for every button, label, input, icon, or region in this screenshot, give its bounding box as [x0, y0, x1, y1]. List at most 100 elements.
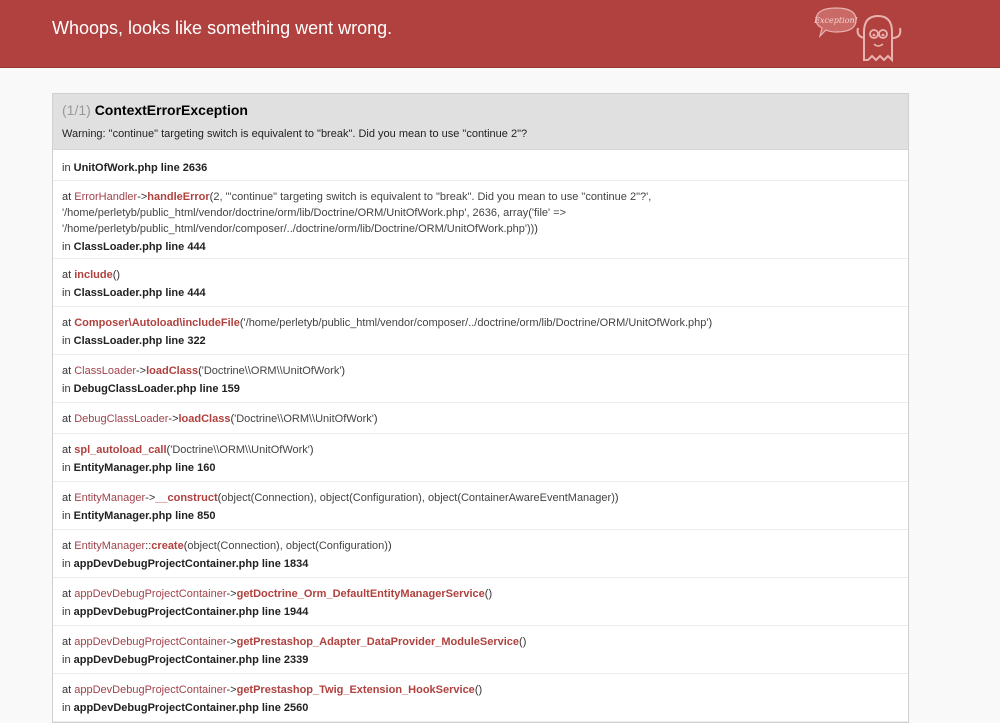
exception-summary: (1/1) ContextErrorException Warning: "co…: [53, 94, 908, 150]
trace-function: Composer\Autoload\includeFile: [74, 317, 240, 329]
trace-file: EntityManager.php line 160: [73, 462, 216, 474]
trace-separator: ->: [226, 684, 237, 696]
trace-at-label: at: [62, 684, 75, 696]
trace-at-label: at: [62, 317, 75, 329]
trace-arguments: 'Doctrine\\ORM\\UnitOfWork': [234, 413, 374, 425]
exception-name: ContextErrorException: [94, 102, 248, 118]
trace-function: loadClass: [146, 365, 199, 377]
error-header: Whoops, looks like something went wrong.…: [0, 0, 1000, 68]
trace-row: at EntityManager->__construct(object(Con…: [53, 482, 908, 530]
trace-call: at EntityManager::create(object(Connecti…: [62, 540, 392, 552]
trace-call: at appDevDebugProjectContainer->getDoctr…: [62, 588, 493, 600]
trace-separator: ->: [226, 636, 237, 648]
trace-row: at appDevDebugProjectContainer->getDoctr…: [53, 578, 908, 626]
trace-class: EntityManager: [74, 540, 146, 552]
trace-call: at spl_autoload_call('Doctrine\\ORM\\Uni…: [62, 444, 314, 456]
trace-row: at EntityManager::create(object(Connecti…: [53, 530, 908, 578]
trace-separator: ->: [137, 191, 148, 203]
trace-call: at appDevDebugProjectContainer->getPrest…: [62, 636, 527, 648]
trace-location: in DebugClassLoader.php line 159: [62, 383, 240, 395]
trace-arguments: 'Doctrine\\ORM\\UnitOfWork': [201, 365, 342, 377]
trace-row: at include() in ClassLoader.php line 444: [53, 259, 908, 307]
trace-function: getPrestashop_Adapter_DataProvider_Modul…: [236, 636, 520, 648]
trace-arguments: object(Connection), object(Configuration…: [187, 540, 388, 552]
trace-separator: ->: [136, 365, 147, 377]
trace-at-label: at: [62, 636, 75, 648]
exception-badge-text: Exception!: [813, 16, 858, 25]
trace-row: at ClassLoader->loadClass('Doctrine\\ORM…: [53, 355, 908, 403]
trace-location: in UnitOfWork.php line 2636: [62, 162, 208, 174]
trace-class: appDevDebugProjectContainer: [74, 684, 227, 696]
trace-row: at Composer\Autoload\includeFile('/home/…: [53, 307, 908, 355]
trace-location: in ClassLoader.php line 322: [62, 335, 206, 347]
trace-function: getDoctrine_Orm_DefaultEntityManagerServ…: [236, 588, 485, 600]
trace-call: at DebugClassLoader->loadClass('Doctrine…: [62, 413, 378, 425]
trace-class: appDevDebugProjectContainer: [74, 636, 227, 648]
trace-function: handleError: [147, 191, 210, 203]
trace-call: at ErrorHandler->handleError(2, '"contin…: [62, 191, 652, 235]
trace-at-label: at: [62, 540, 75, 552]
trace-row: at spl_autoload_call('Doctrine\\ORM\\Uni…: [53, 434, 908, 482]
trace-location: in ClassLoader.php line 444: [62, 241, 206, 253]
trace-class: DebugClassLoader: [74, 413, 169, 425]
trace-row: in UnitOfWork.php line 2636: [53, 150, 908, 181]
trace-location: in appDevDebugProjectContainer.php line …: [62, 606, 309, 618]
exception-count: (1/1): [62, 102, 91, 118]
trace-function: spl_autoload_call: [74, 444, 167, 456]
stack-trace: in UnitOfWork.php line 2636 at ErrorHandl…: [53, 150, 908, 722]
trace-row: at ErrorHandler->handleError(2, '"contin…: [53, 181, 908, 259]
trace-at-label: at: [62, 269, 75, 281]
trace-function: loadClass: [178, 413, 231, 425]
trace-file: ClassLoader.php line 444: [73, 287, 206, 299]
trace-at-label: at: [62, 444, 75, 456]
trace-class: appDevDebugProjectContainer: [74, 588, 227, 600]
exception-title: (1/1) ContextErrorException: [62, 102, 248, 118]
trace-class: ClassLoader: [74, 365, 136, 377]
trace-row: at appDevDebugProjectContainer->getPrest…: [53, 674, 908, 722]
trace-file: appDevDebugProjectContainer.php line 256…: [73, 702, 309, 714]
trace-function: create: [151, 540, 184, 552]
trace-call: at ClassLoader->loadClass('Doctrine\\ORM…: [62, 365, 346, 377]
exception-ghost-logo: Exception!: [812, 2, 908, 64]
trace-call: at Composer\Autoload\includeFile('/home/…: [62, 317, 713, 329]
trace-separator: ->: [226, 588, 237, 600]
trace-row: at DebugClassLoader->loadClass('Doctrine…: [53, 403, 908, 434]
trace-function: __construct: [155, 492, 218, 504]
trace-file: ClassLoader.php line 444: [73, 241, 206, 253]
trace-call: at include(): [62, 269, 121, 281]
ghost-icon: Exception!: [813, 7, 902, 63]
trace-location: in appDevDebugProjectContainer.php line …: [62, 654, 309, 666]
trace-function: include: [74, 269, 113, 281]
trace-function: getPrestashop_Twig_Extension_HookService: [236, 684, 475, 696]
trace-file: appDevDebugProjectContainer.php line 183…: [73, 558, 309, 570]
trace-arguments: '/home/perletyb/public_html/vendor/compo…: [243, 317, 709, 329]
trace-arguments: object(Connection), object(Configuration…: [221, 492, 615, 504]
trace-file: UnitOfWork.php line 2636: [73, 162, 208, 174]
trace-at-label: at: [62, 492, 75, 504]
trace-at-label: at: [62, 588, 75, 600]
trace-file: appDevDebugProjectContainer.php line 194…: [73, 606, 309, 618]
trace-class: EntityManager: [74, 492, 146, 504]
exception-panel: (1/1) ContextErrorException Warning: "co…: [52, 93, 909, 723]
trace-file: ClassLoader.php line 322: [73, 335, 206, 347]
trace-at-label: at: [62, 413, 75, 425]
trace-call: at EntityManager->__construct(object(Con…: [62, 492, 619, 504]
trace-at-label: at: [62, 191, 75, 203]
trace-separator: ->: [145, 492, 156, 504]
trace-file: appDevDebugProjectContainer.php line 233…: [73, 654, 309, 666]
trace-separator: ->: [168, 413, 179, 425]
trace-class: ErrorHandler: [74, 191, 138, 203]
trace-location: in appDevDebugProjectContainer.php line …: [62, 702, 309, 714]
page-title: Whoops, looks like something went wrong.: [52, 18, 393, 38]
trace-location: in appDevDebugProjectContainer.php line …: [62, 558, 309, 570]
trace-file: EntityManager.php line 850: [73, 510, 216, 522]
trace-location: in EntityManager.php line 160: [62, 462, 216, 474]
trace-call: at appDevDebugProjectContainer->getPrest…: [62, 684, 483, 696]
trace-arguments: 'Doctrine\\ORM\\UnitOfWork': [170, 444, 310, 456]
trace-file: DebugClassLoader.php line 159: [73, 383, 240, 395]
exception-message: Warning: "continue" targeting switch is …: [62, 128, 528, 140]
trace-location: in ClassLoader.php line 444: [62, 287, 206, 299]
trace-row: at appDevDebugProjectContainer->getPrest…: [53, 626, 908, 674]
trace-at-label: at: [62, 365, 75, 377]
trace-location: in EntityManager.php line 850: [62, 510, 216, 522]
